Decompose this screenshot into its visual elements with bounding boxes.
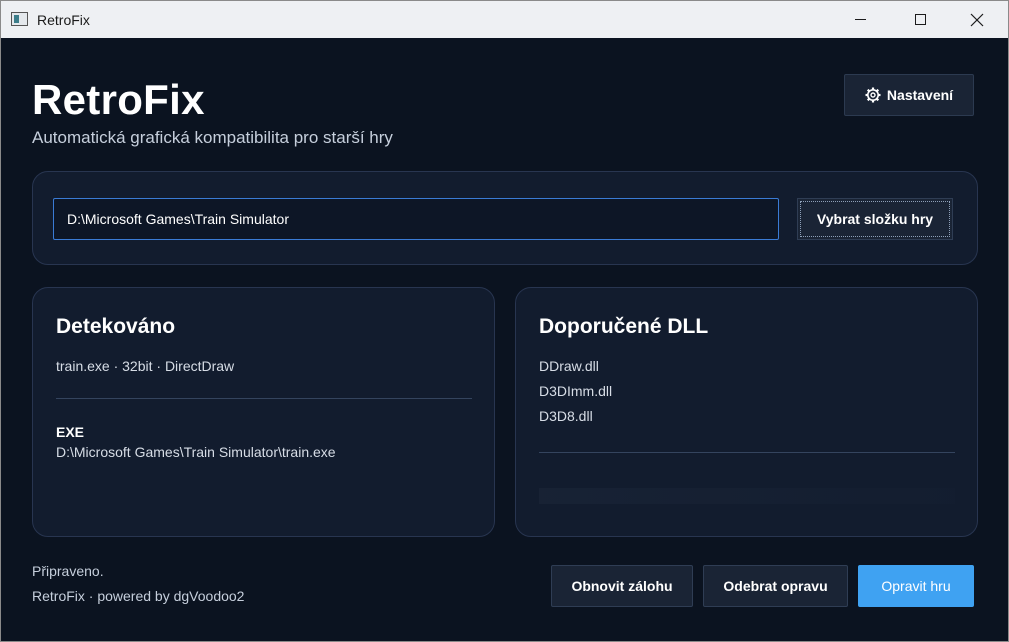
- maximize-button[interactable]: [897, 1, 943, 38]
- page-title: RetroFix: [32, 76, 205, 123]
- detected-panel: Detekováno train.exe · 32bit · DirectDra…: [32, 287, 495, 537]
- dll-title: Doporučené DLL: [539, 315, 709, 338]
- dll-item: D3DImm.dll: [539, 383, 613, 399]
- exe-label: EXE: [56, 424, 85, 440]
- dll-item: D3D8.dll: [539, 408, 593, 424]
- divider: [56, 398, 472, 399]
- page-subtitle: Automatická grafická kompatibilita pro s…: [32, 128, 393, 147]
- status-text: Připraveno.: [32, 563, 104, 579]
- detected-title: Detekováno: [56, 315, 176, 338]
- window-title: RetroFix: [37, 12, 90, 28]
- remove-fix-button[interactable]: Odebrat opravu: [703, 565, 848, 607]
- close-icon: [970, 13, 984, 26]
- app-window: RetroFix RetroFix Automatická grafická k…: [0, 0, 1009, 642]
- detected-info: train.exe · 32bit · DirectDraw: [56, 358, 235, 374]
- faded-content: [539, 488, 955, 504]
- exe-path: D:\Microsoft Games\Train Simulator\train…: [56, 444, 336, 460]
- close-button[interactable]: [954, 1, 1000, 38]
- dll-list: DDraw.dll D3DImm.dll D3D8.dll: [539, 358, 612, 433]
- fix-game-button[interactable]: Opravit hru: [858, 565, 974, 607]
- minimize-button[interactable]: [837, 1, 883, 38]
- app-window-icon: [11, 12, 28, 26]
- divider: [539, 452, 955, 453]
- maximize-icon: [914, 14, 926, 25]
- game-path-panel: D:\Microsoft Games\Train Simulator Vybra…: [32, 171, 978, 265]
- gear-icon: [865, 87, 881, 103]
- minimize-icon: [854, 19, 866, 20]
- footer-credit: RetroFix · powered by dgVoodoo2: [32, 588, 245, 604]
- main-content: RetroFix Automatická grafická kompatibil…: [1, 38, 1008, 641]
- restore-backup-button[interactable]: Obnovit zálohu: [551, 565, 693, 607]
- game-path-input[interactable]: D:\Microsoft Games\Train Simulator: [53, 198, 779, 240]
- dll-item: DDraw.dll: [539, 358, 599, 374]
- browse-folder-button[interactable]: Vybrat složku hry: [797, 198, 953, 240]
- title-bar[interactable]: RetroFix: [1, 1, 1008, 38]
- settings-button-label: Nastavení: [886, 87, 954, 103]
- settings-button[interactable]: Nastavení: [844, 74, 974, 116]
- recommended-dll-panel: Doporučené DLL DDraw.dll D3DImm.dll D3D8…: [515, 287, 978, 537]
